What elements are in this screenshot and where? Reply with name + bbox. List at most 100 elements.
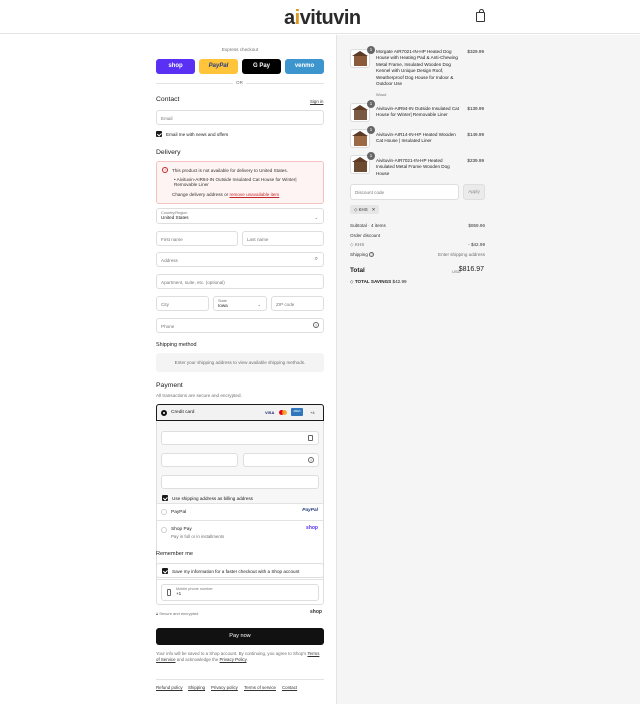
terms-of-service-link[interactable]: Terms of service [244,685,276,690]
help-icon[interactable]: ? [369,252,375,257]
order-discount-label: Order discount [350,233,381,238]
product-name: Aivituvin-AIR94-IN Outside Insulated Cat… [376,106,459,118]
phone-field[interactable]: Phone? [156,318,324,333]
news-checkbox[interactable] [156,131,162,137]
subtotal-row: Subtotal · 4 items $859.96 [350,223,485,228]
card-number-field[interactable] [161,431,319,445]
phone-icon [167,589,171,596]
payment-heading: Payment [156,382,183,389]
paypal-logo: PayPal [302,508,318,513]
product-variant: Wood [376,92,387,97]
privacy-link[interactable]: Privacy Policy [220,657,247,662]
first-name-field[interactable]: First name [156,231,238,246]
credit-card-option[interactable]: Credit card VISA AMEX +4 [156,404,324,421]
apartment-field[interactable]: Apartment, suite, etc. (optional) [156,274,324,289]
error-icon: ! [162,167,168,173]
discount-code-field[interactable]: Discount code [350,184,459,200]
product-name: Aivituvin-AIR14-IN-HP Heated Wooden Cat … [376,132,456,144]
total-savings: ◇ TOTAL SAVINGS $42.99 [350,279,407,285]
apply-button[interactable]: Apply [463,184,485,200]
country-value: United States [161,215,189,220]
save-info-checkbox[interactable] [162,568,168,574]
shop-pay-logo: shop [306,525,318,531]
savings-value: $42.99 [392,279,407,284]
country-select[interactable]: Country/Region United States ⌄ [156,208,324,224]
discount-tag-code: KHS [358,207,368,212]
card-fields-area: ? Use shipping address as billing addres… [157,421,323,503]
delivery-error-banner: ! This product is not available for deli… [156,161,324,204]
subtotal-label: Subtotal · 4 items [350,223,386,228]
secure-note: 🔒︎ Secure and encrypted [156,611,198,616]
city-field[interactable]: City [156,296,209,311]
product-price: $139.99 [467,106,484,111]
product-price: $149.99 [467,132,484,137]
chevron-down-icon: ⌄ [314,215,318,220]
shipping-link[interactable]: Shipping [188,685,205,690]
shop-pay-express-button[interactable]: shop [156,59,195,74]
address-field[interactable]: Address ⌕ [156,252,324,267]
remember-heading: Remember me [156,551,193,557]
name-on-card-field[interactable] [161,475,319,489]
address-placeholder: Address [161,258,178,263]
quantity-badge: 1 [367,100,375,108]
logo-prefix: a [284,7,295,29]
zip-field[interactable]: ZIP code [271,296,324,311]
divider [157,579,323,580]
footer-divider [156,679,324,680]
dog-house-image [352,157,368,172]
payment-subtitle: All transactions are secure and encrypte… [156,393,242,398]
shopping-bag-icon[interactable] [476,9,485,22]
help-icon[interactable]: ? [313,322,319,328]
shop-logo: shop [310,609,322,615]
shipping-row: Shipping ? Enter shipping address [350,252,485,257]
error-change-text: Change delivery address or [172,192,229,197]
secure-text: Secure and encrypted [159,611,199,616]
discount-code: KHS [354,242,365,247]
phone-placeholder: Phone [161,324,175,329]
quantity-badge: 1 [367,152,375,160]
remove-unavailable-link[interactable]: remove unavailable item [229,192,279,197]
legal-text-3: . [246,657,248,663]
pay-now-button[interactable]: Pay now [156,628,324,645]
quantity-badge: 1 [367,46,375,54]
email-field[interactable]: Email [156,110,324,125]
amex-icon: AMEX [291,408,303,416]
news-label: Email me with news and offers [166,132,229,137]
help-icon[interactable]: ? [308,457,314,463]
credit-card-radio[interactable] [161,410,167,416]
product-price: $329.99 [467,49,484,54]
shipping-value: Enter shipping address [438,252,485,257]
paypal-option[interactable]: PayPal PayPal [157,504,323,520]
mobile-phone-field[interactable]: Mobile phone number +1 [161,584,319,601]
discount-tag: ◇ KHS ✕ [350,205,380,214]
mobile-value: +1 [176,591,182,596]
mastercard-icon [279,409,288,416]
state-select[interactable]: State Iowa ⌄ [213,296,267,311]
shipping-label: Shipping [350,252,368,257]
sign-in-link[interactable]: Sign in [310,99,323,104]
paypal-express-button[interactable]: PayPal [199,59,238,74]
discount-value: - $42.99 [468,242,485,247]
expiry-field[interactable] [161,453,238,467]
paypal-radio[interactable] [161,509,167,515]
shop-pay-option[interactable]: Shop Pay Pay in full or in installments … [157,521,323,545]
total-value: $816.97 [458,266,484,273]
billing-checkbox[interactable] [162,495,168,501]
brand-logo[interactable]: aivituvin [284,7,361,30]
discount-row: ◇ KHS - $42.99 [350,242,485,248]
close-icon[interactable]: ✕ [372,207,376,212]
security-code-field[interactable]: ? [243,453,319,467]
contact-heading: Contact [156,96,180,103]
refund-policy-link[interactable]: Refund policy [156,685,183,690]
search-icon: ⌕ [314,256,318,262]
venmo-express-button[interactable]: venmo [285,59,324,74]
privacy-policy-link[interactable]: Privacy policy [211,685,238,690]
legal-text-2: and acknowledge the [176,657,219,663]
delivery-heading: Delivery [156,149,181,156]
google-pay-express-button[interactable]: G Pay [242,59,281,74]
shop-pay-radio[interactable] [161,527,167,533]
checkout-form: Express checkout shop PayPal G Pay venmo… [0,35,336,704]
last-name-field[interactable]: Last name [242,231,324,246]
contact-link[interactable]: Contact [282,685,297,690]
savings-label: TOTAL SAVINGS [354,279,392,284]
